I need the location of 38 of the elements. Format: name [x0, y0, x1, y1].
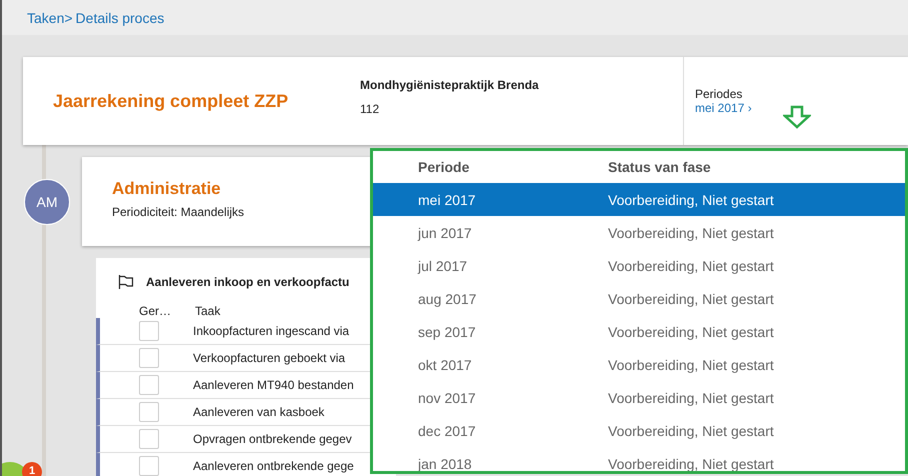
task-name[interactable]: Opvragen ontbrekende gegev — [193, 432, 352, 446]
notification-badge: 1 — [22, 462, 42, 476]
task-name[interactable]: Aanleveren van kasboek — [193, 405, 324, 419]
column-header: Taak — [195, 304, 220, 318]
period-link[interactable]: mei 2017 › — [695, 101, 752, 115]
task-name[interactable]: Aanleveren ontbrekende gege — [193, 459, 354, 473]
flag-icon — [118, 275, 134, 289]
period-option[interactable]: okt 2017 Voorbereiding, Niet gestart — [373, 348, 905, 381]
checkbox[interactable] — [139, 402, 159, 422]
period-option[interactable]: nov 2017 Voorbereiding, Niet gestart — [373, 381, 905, 414]
checkbox[interactable] — [139, 321, 159, 341]
task-name[interactable]: Verkoopfacturen geboekt via — [193, 351, 346, 365]
period-option[interactable]: mei 2017 Voorbereiding, Niet gestart — [373, 183, 905, 216]
task-name[interactable]: Inkoopfacturen ingescand via — [193, 324, 350, 338]
period-option[interactable]: dec 2017 Voorbereiding, Niet gestart — [373, 414, 905, 447]
phase-title: Administratie — [112, 179, 222, 199]
breadcrumb-current: Details proces — [76, 10, 164, 26]
period-option[interactable]: jul 2017 Voorbereiding, Niet gestart — [373, 249, 905, 282]
period-option[interactable]: jun 2017 Voorbereiding, Niet gestart — [373, 216, 905, 249]
checkbox[interactable] — [139, 348, 159, 368]
avatar: AM — [24, 178, 70, 224]
down-arrow-icon — [783, 105, 811, 129]
periodicity-text: Periodiciteit: Maandelijks — [112, 205, 246, 219]
period-option[interactable]: aug 2017 Voorbereiding, Niet gestart — [373, 282, 905, 315]
breadcrumb-link[interactable]: Taken> — [27, 10, 73, 26]
period-option[interactable]: sep 2017 Voorbereiding, Niet gestart — [373, 315, 905, 348]
column-header: Periode — [418, 159, 470, 175]
periods-label: Periodes — [695, 87, 744, 101]
client-name: Mondhygiënistepraktijk Brenda — [360, 78, 540, 92]
column-header: Status van fase — [608, 159, 711, 175]
client-number: 112 — [360, 102, 380, 116]
task-group-title: Aanleveren inkoop en verkoopfactu — [146, 275, 350, 289]
checkbox[interactable] — [139, 429, 159, 449]
process-title: Jaarrekening compleet ZZP — [52, 90, 290, 112]
checkbox[interactable] — [139, 375, 159, 395]
checkbox[interactable] — [139, 456, 159, 476]
task-name[interactable]: Aanleveren MT940 bestanden — [193, 378, 354, 392]
column-header: Ger… — [139, 304, 172, 318]
